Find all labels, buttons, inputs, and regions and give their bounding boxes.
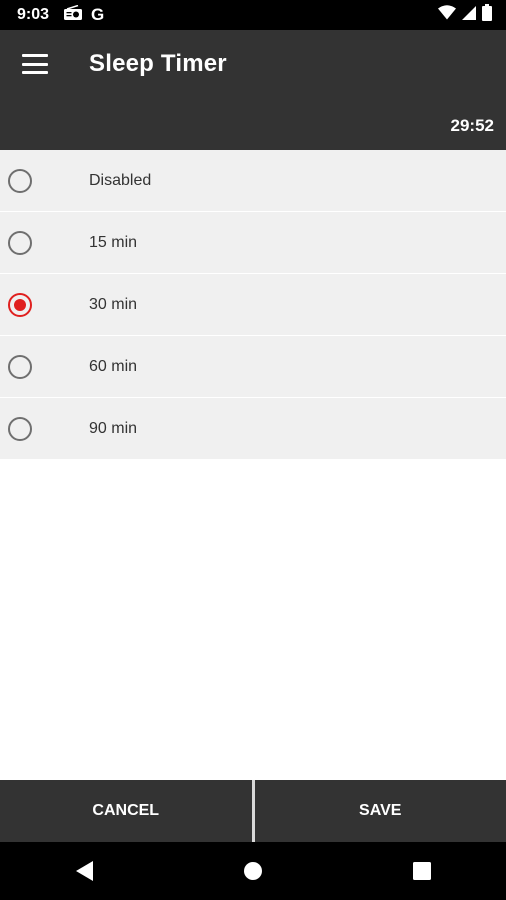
wifi-icon [438, 5, 456, 25]
action-bar: CANCEL SAVE [0, 780, 506, 842]
radio-button[interactable] [8, 354, 32, 379]
radio-button[interactable] [8, 416, 32, 441]
option-label: 15 min [89, 233, 138, 251]
navigation-bar [0, 842, 506, 900]
status-time: 9:03 [17, 6, 50, 23]
option-90-min[interactable]: 90 min [0, 398, 506, 460]
save-button[interactable]: SAVE [255, 780, 506, 842]
radio-button[interactable] [8, 230, 32, 255]
radio-button-selected[interactable] [8, 292, 32, 317]
battery-icon [482, 4, 492, 26]
status-notification-icons: G [63, 4, 105, 26]
option-label: 30 min [89, 295, 138, 313]
status-bar: 9:03 G [0, 0, 506, 30]
option-15-min[interactable]: 15 min [0, 212, 506, 274]
recents-icon[interactable] [402, 851, 442, 891]
radio-icon [63, 4, 83, 26]
google-icon: G [91, 5, 105, 24]
remaining-time: 29:52 [450, 116, 494, 135]
option-disabled[interactable]: Disabled [0, 150, 506, 212]
app-bar: Sleep Timer 29:52 [0, 30, 506, 150]
cancel-button[interactable]: CANCEL [0, 780, 252, 842]
radio-button[interactable] [8, 168, 32, 193]
signal-icon [462, 5, 476, 25]
option-label: Disabled [89, 171, 152, 189]
page-title: Sleep Timer [89, 50, 227, 77]
option-label: 90 min [89, 419, 138, 437]
home-icon[interactable] [233, 851, 273, 891]
timer-options-list: Disabled 15 min 30 min 60 min 90 min [0, 150, 506, 460]
option-60-min[interactable]: 60 min [0, 336, 506, 398]
back-icon[interactable] [64, 851, 104, 891]
option-30-min[interactable]: 30 min [0, 274, 506, 336]
option-label: 60 min [89, 357, 138, 375]
status-system-icons [438, 4, 492, 26]
menu-icon[interactable] [22, 52, 48, 76]
